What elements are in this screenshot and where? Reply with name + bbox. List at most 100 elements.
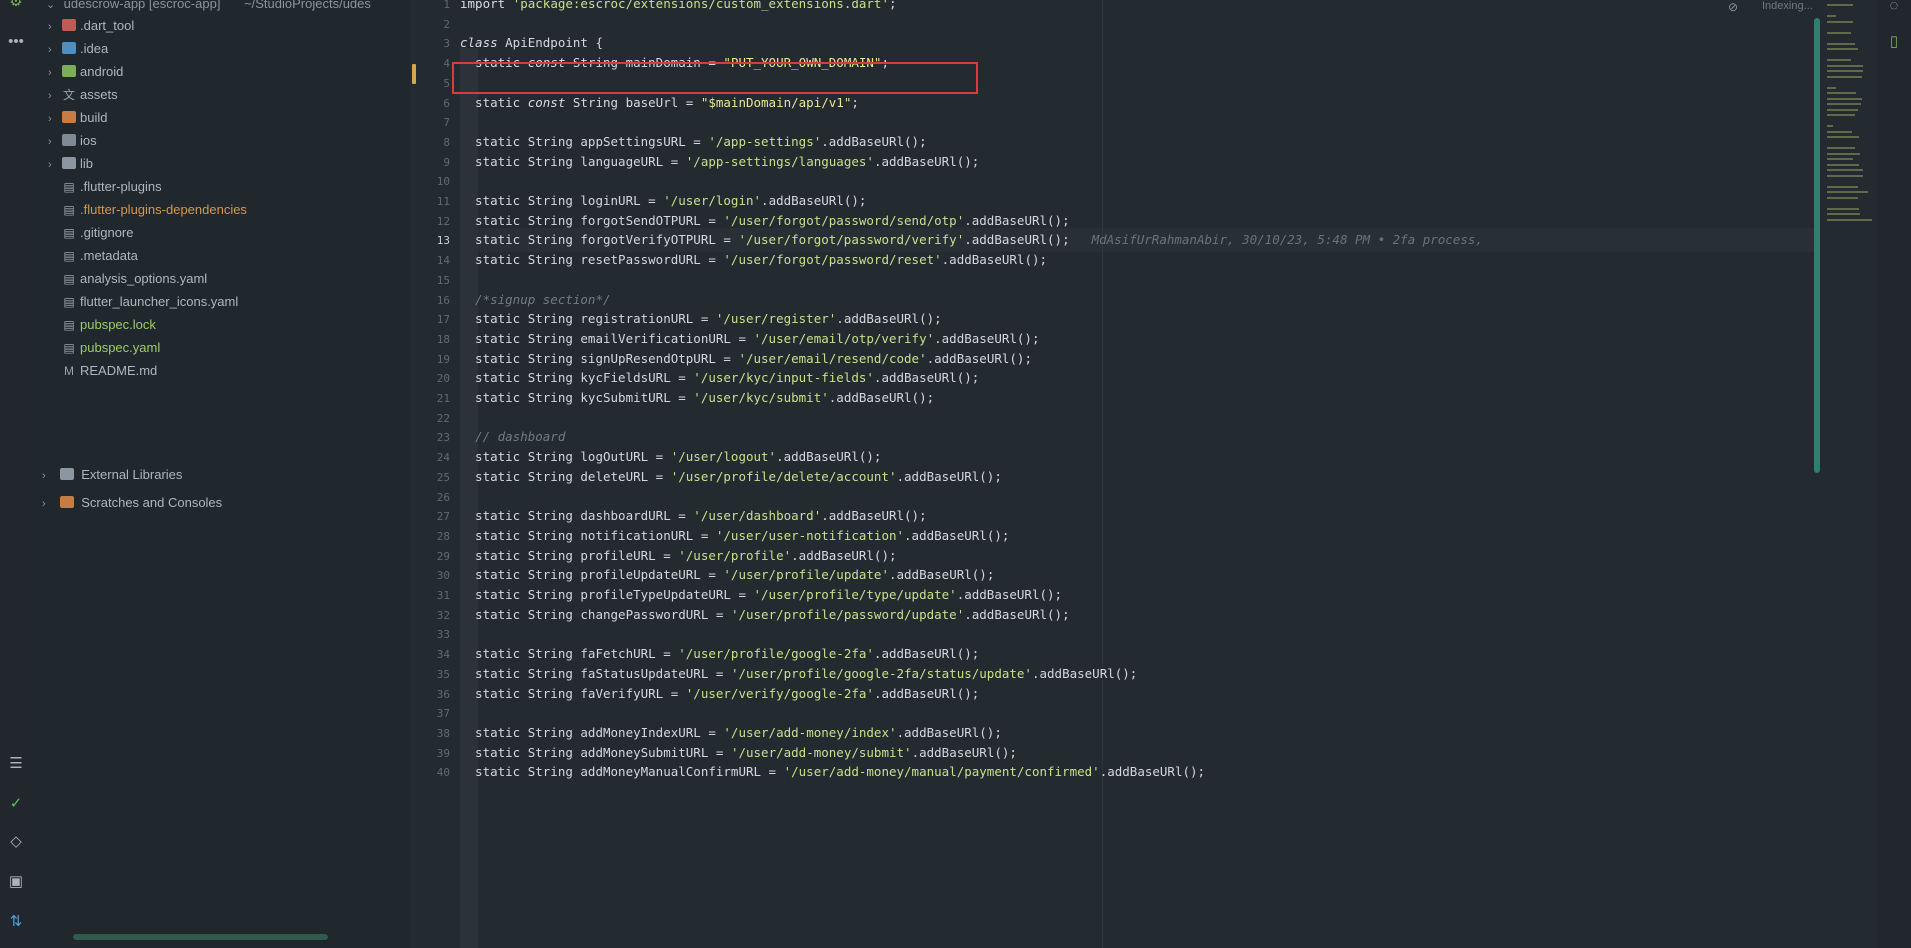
external-libraries-node[interactable]: › External Libraries bbox=[42, 463, 182, 487]
editor-vertical-scrollbar[interactable] bbox=[1814, 18, 1820, 473]
line-number[interactable]: 20 bbox=[410, 372, 450, 385]
line-number[interactable]: 19 bbox=[410, 353, 450, 366]
tree-item[interactable]: › .dart_tool bbox=[48, 14, 134, 38]
vcs-change-marker[interactable] bbox=[412, 64, 416, 84]
code-token: static String faStatusUpdateURL = bbox=[460, 665, 731, 681]
commit-check-icon[interactable]: ✓ bbox=[6, 794, 26, 814]
tree-item[interactable]: ▤ .flutter-plugins-dependencies bbox=[62, 198, 247, 222]
line-number[interactable]: 3 bbox=[410, 37, 450, 50]
line-number[interactable]: 34 bbox=[410, 648, 450, 661]
tree-item[interactable]: › build bbox=[48, 106, 107, 130]
project-icon[interactable]: ⚙ bbox=[6, 0, 26, 12]
line-number[interactable]: 2 bbox=[410, 18, 450, 31]
tree-item[interactable]: M README.md bbox=[62, 359, 157, 383]
tree-item[interactable]: ▤ pubspec.yaml bbox=[62, 336, 160, 360]
notifications-icon[interactable]: ◌ bbox=[1884, 0, 1904, 16]
pull-request-icon[interactable]: ⇅ bbox=[6, 912, 26, 932]
line-number[interactable]: 30 bbox=[410, 569, 450, 582]
line-number[interactable]: 18 bbox=[410, 333, 450, 346]
tree-horizontal-scrollbar[interactable] bbox=[73, 934, 328, 940]
line-number[interactable]: 16 bbox=[410, 294, 450, 307]
tree-item[interactable]: › .idea bbox=[48, 37, 108, 61]
line-number[interactable]: 22 bbox=[410, 412, 450, 425]
line-number[interactable]: 11 bbox=[410, 195, 450, 208]
line-number[interactable]: 39 bbox=[410, 747, 450, 760]
code-line[interactable]: static String deleteURL = '/user/profile… bbox=[460, 465, 1002, 489]
code-token: .addBaseURl(); bbox=[821, 508, 927, 524]
code-token: static String notificationURL = bbox=[460, 527, 716, 543]
line-number[interactable]: 9 bbox=[410, 156, 450, 169]
line-number[interactable]: 31 bbox=[410, 589, 450, 602]
line-number[interactable]: 15 bbox=[410, 274, 450, 287]
line-number[interactable]: 38 bbox=[410, 727, 450, 740]
right-margin-guide bbox=[1102, 0, 1103, 948]
code-minimap[interactable] bbox=[1825, 0, 1877, 300]
tree-item[interactable]: ▤ pubspec.lock bbox=[62, 313, 156, 337]
tree-item[interactable]: › lib bbox=[48, 152, 93, 176]
code-line[interactable]: import 'package:escroc/extensions/custom… bbox=[460, 0, 897, 16]
code-line[interactable]: static String languageURL = '/app-settin… bbox=[460, 150, 979, 174]
line-number[interactable]: 14 bbox=[410, 254, 450, 267]
line-number[interactable]: 24 bbox=[410, 451, 450, 464]
line-number[interactable]: 36 bbox=[410, 688, 450, 701]
line-number[interactable]: 21 bbox=[410, 392, 450, 405]
line-number[interactable]: 5 bbox=[410, 77, 450, 90]
tree-item[interactable]: ▤ .metadata bbox=[62, 244, 138, 268]
line-number[interactable]: 33 bbox=[410, 628, 450, 641]
line-number[interactable]: 28 bbox=[410, 530, 450, 543]
code-token: .addBaseURl(); bbox=[791, 547, 897, 563]
line-number[interactable]: 1 bbox=[410, 0, 450, 11]
terminal-icon[interactable]: ▣ bbox=[6, 872, 26, 892]
minimap-line bbox=[1827, 169, 1863, 171]
line-number[interactable]: 6 bbox=[410, 97, 450, 110]
tree-item[interactable]: › ios bbox=[48, 129, 97, 153]
code-line[interactable]: static String faVerifyURL = '/user/verif… bbox=[460, 682, 979, 706]
minimap-line bbox=[1827, 103, 1862, 105]
line-number[interactable]: 7 bbox=[410, 116, 450, 129]
tree-item[interactable]: ▤ .flutter-plugins bbox=[62, 175, 161, 199]
tree-item[interactable]: ▤ flutter_launcher_icons.yaml bbox=[62, 290, 238, 314]
minimap-line bbox=[1827, 97, 1862, 100]
line-number[interactable]: 8 bbox=[410, 136, 450, 149]
chevron-right-icon: › bbox=[48, 136, 52, 148]
code-line[interactable]: static String changePasswordURL = '/user… bbox=[460, 603, 1070, 627]
line-number[interactable]: 40 bbox=[410, 766, 450, 779]
line-number[interactable]: 37 bbox=[410, 707, 450, 720]
line-number[interactable]: 10 bbox=[410, 175, 450, 188]
line-number[interactable]: 35 bbox=[410, 668, 450, 681]
line-number[interactable]: 12 bbox=[410, 215, 450, 228]
tree-item-label: .idea bbox=[80, 41, 109, 56]
annotation-highlight-box bbox=[452, 62, 978, 94]
line-number[interactable]: 13 bbox=[410, 234, 450, 247]
device-manager-icon[interactable]: ▯ bbox=[1884, 32, 1904, 52]
flutter-inspector-icon[interactable]: ◇ bbox=[6, 832, 26, 852]
line-number[interactable]: 27 bbox=[410, 510, 450, 523]
reader-mode-icon[interactable]: ⊘ bbox=[1728, 0, 1738, 14]
code-token: /*signup section*/ bbox=[460, 291, 611, 307]
more-icon[interactable]: ••• bbox=[6, 32, 26, 52]
structure-icon[interactable]: ☰ bbox=[6, 754, 26, 774]
line-number[interactable]: 23 bbox=[410, 431, 450, 444]
git-blame-annotation: MdAsifUrRahmanAbir, 30/10/23, 5:48 PM • … bbox=[1091, 232, 1483, 248]
minimap-line bbox=[1827, 147, 1855, 149]
tree-item[interactable]: ▤ analysis_options.yaml bbox=[62, 267, 207, 291]
line-number[interactable]: 25 bbox=[410, 471, 450, 484]
tree-item[interactable]: › 文 assets bbox=[48, 83, 118, 107]
code-token: static String languageURL = bbox=[460, 153, 686, 169]
code-line[interactable]: static const String baseUrl = "$mainDoma… bbox=[460, 91, 859, 115]
code-line[interactable]: static String addMoneyManualConfirmURL =… bbox=[460, 760, 1205, 784]
line-number[interactable]: 32 bbox=[410, 609, 450, 622]
line-number[interactable]: 29 bbox=[410, 550, 450, 563]
code-token: ; bbox=[888, 0, 897, 11]
code-editor[interactable]: import 'package:escroc/extensions/custom… bbox=[460, 0, 1820, 948]
tree-item[interactable]: › android bbox=[48, 60, 123, 84]
code-line[interactable]: static String resetPasswordURL = '/user/… bbox=[460, 248, 1047, 272]
line-number[interactable]: 26 bbox=[410, 491, 450, 504]
line-number[interactable]: 17 bbox=[410, 313, 450, 326]
scratches-node[interactable]: › Scratches and Consoles bbox=[42, 491, 222, 515]
code-token: '/user/profile/type/update' bbox=[753, 587, 957, 602]
build-folder-icon bbox=[62, 111, 76, 123]
line-number[interactable]: 4 bbox=[410, 57, 450, 70]
code-line[interactable]: static String kycSubmitURL = '/user/kyc/… bbox=[460, 386, 934, 410]
tree-item[interactable]: ▤ .gitignore bbox=[62, 221, 133, 245]
